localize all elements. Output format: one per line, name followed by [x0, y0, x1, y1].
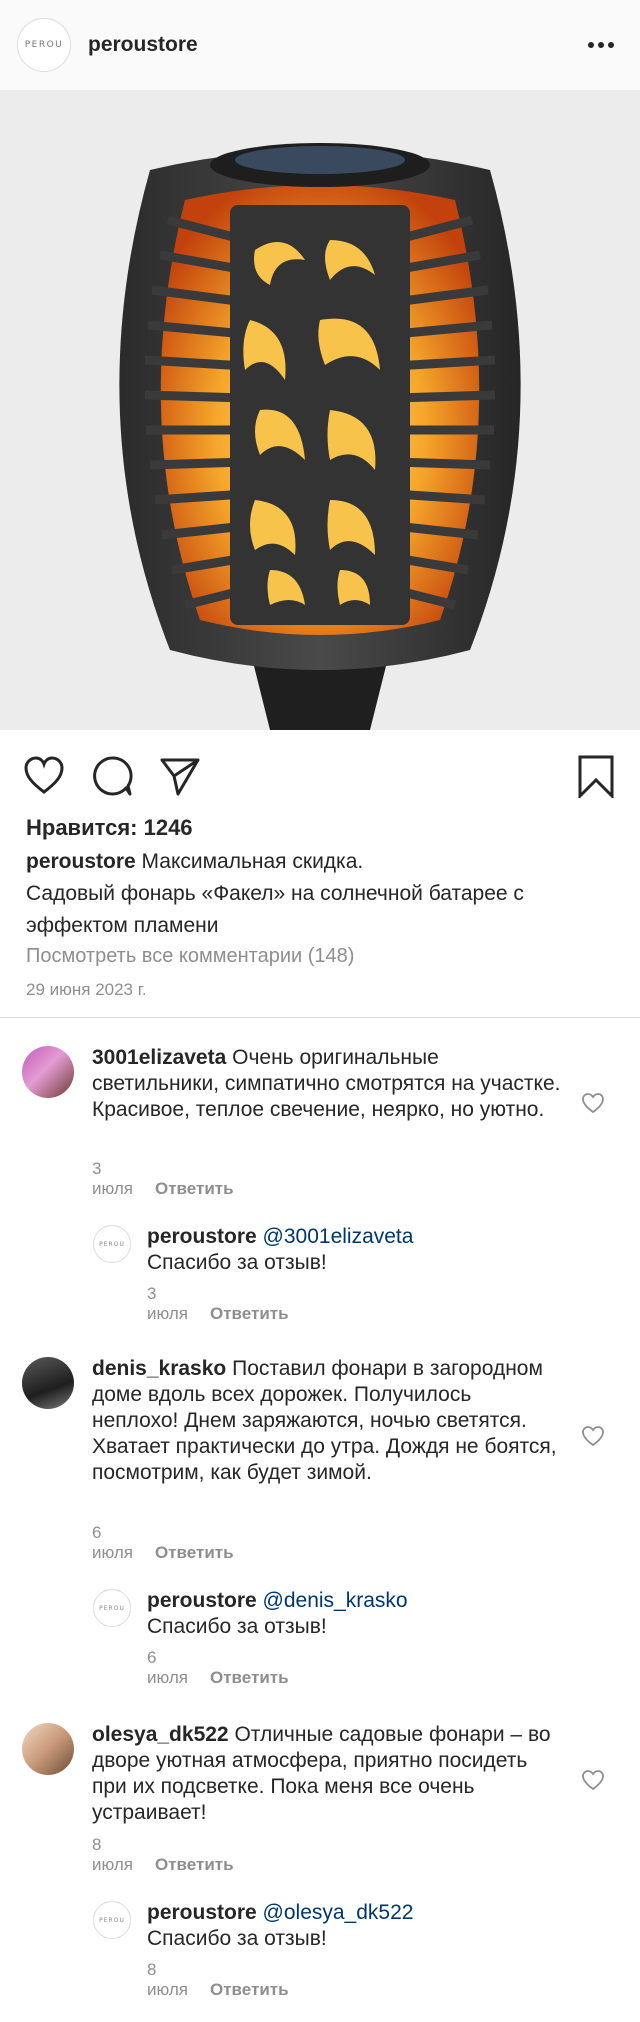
comment-username[interactable]: denis_krasko: [92, 1357, 226, 1380]
bookmark-icon[interactable]: [574, 754, 618, 798]
comment-date: 3 июля: [147, 1284, 188, 1323]
likes-count[interactable]: Нравится: 1246: [26, 815, 193, 841]
comment-meta: 3 июля Ответить: [147, 1284, 289, 1324]
avatar[interactable]: [22, 1357, 74, 1409]
comment-mention[interactable]: @denis_krasko: [263, 1589, 408, 1612]
comment-meta: 8 июля Ответить: [147, 1960, 289, 2000]
comment-body: peroustore @olesya_dk522 Спасибо за отзы…: [147, 1900, 567, 1952]
comment-username[interactable]: peroustore: [147, 1589, 257, 1612]
heart-icon[interactable]: [22, 754, 66, 798]
action-bar: [0, 730, 640, 810]
comment-date: 3 июля: [92, 1159, 133, 1198]
avatar[interactable]: PEROU: [93, 1901, 131, 1939]
comment-meta: 3 июля Ответить: [92, 1159, 234, 1199]
comment-mention[interactable]: @olesya_dk522: [263, 1901, 414, 1924]
comment-username[interactable]: peroustore: [147, 1225, 257, 1248]
comment-meta: 6 июля Ответить: [92, 1523, 234, 1563]
reply-button[interactable]: Ответить: [155, 1855, 234, 1874]
reply-button[interactable]: Ответить: [210, 1668, 289, 1687]
comment-like-icon[interactable]: [581, 1769, 605, 1791]
avatar[interactable]: [22, 1046, 74, 1098]
post-image[interactable]: [0, 90, 640, 730]
comment-icon[interactable]: [90, 754, 134, 798]
comment-like-icon[interactable]: [581, 1425, 605, 1447]
post-header: PEROU peroustore: [0, 0, 640, 90]
logo-text: PEROU: [24, 40, 64, 50]
comment-mention[interactable]: @3001elizaveta: [263, 1225, 414, 1248]
comment-meta: 8 июля Ответить: [92, 1835, 234, 1875]
avatar[interactable]: PEROU: [93, 1225, 131, 1263]
avatar[interactable]: [22, 1723, 74, 1775]
send-icon[interactable]: [158, 754, 202, 798]
comment-username[interactable]: olesya_dk522: [92, 1723, 229, 1746]
comment-date: 8 июля: [147, 1960, 188, 1999]
comment-body: denis_krasko Поставил фонари в загородно…: [92, 1356, 562, 1486]
comment-username[interactable]: 3001elizaveta: [92, 1046, 226, 1069]
comment-date: 8 июля: [92, 1835, 133, 1874]
caption-username[interactable]: peroustore: [26, 850, 136, 873]
comment-username[interactable]: peroustore: [147, 1901, 257, 1924]
reply-button[interactable]: Ответить: [155, 1543, 234, 1562]
comment-body: peroustore @denis_krasko Спасибо за отзы…: [147, 1588, 567, 1640]
comment-body: peroustore @3001elizaveta Спасибо за отз…: [147, 1224, 567, 1276]
comment-text: Спасибо за отзыв!: [147, 1615, 327, 1638]
divider: [0, 1017, 640, 1018]
comment-text: Спасибо за отзыв!: [147, 1251, 327, 1274]
header-username[interactable]: peroustore: [88, 33, 198, 57]
reply-button[interactable]: Ответить: [210, 1980, 289, 1999]
post-date: 29 июня 2023 г.: [26, 980, 147, 999]
view-all-comments-link[interactable]: Посмотреть все комментарии (148): [26, 945, 354, 968]
post-caption: peroustore Максимальная скидка. Садовый …: [26, 846, 616, 942]
reply-button[interactable]: Ответить: [210, 1304, 289, 1323]
more-horizontal-icon[interactable]: [588, 42, 614, 48]
comment-text: Спасибо за отзыв!: [147, 1927, 327, 1950]
comment-body: 3001elizaveta Очень оригинальные светиль…: [92, 1045, 562, 1123]
comment-meta: 6 июля Ответить: [147, 1648, 289, 1688]
store-logo[interactable]: PEROU: [17, 18, 71, 72]
reply-button[interactable]: Ответить: [155, 1179, 234, 1198]
comment-body: olesya_dk522 Отличные садовые фонари – в…: [92, 1722, 562, 1826]
comment-date: 6 июля: [147, 1648, 188, 1687]
avatar[interactable]: PEROU: [93, 1589, 131, 1627]
comment-like-icon[interactable]: [581, 1092, 605, 1114]
comment-date: 6 июля: [92, 1523, 133, 1562]
